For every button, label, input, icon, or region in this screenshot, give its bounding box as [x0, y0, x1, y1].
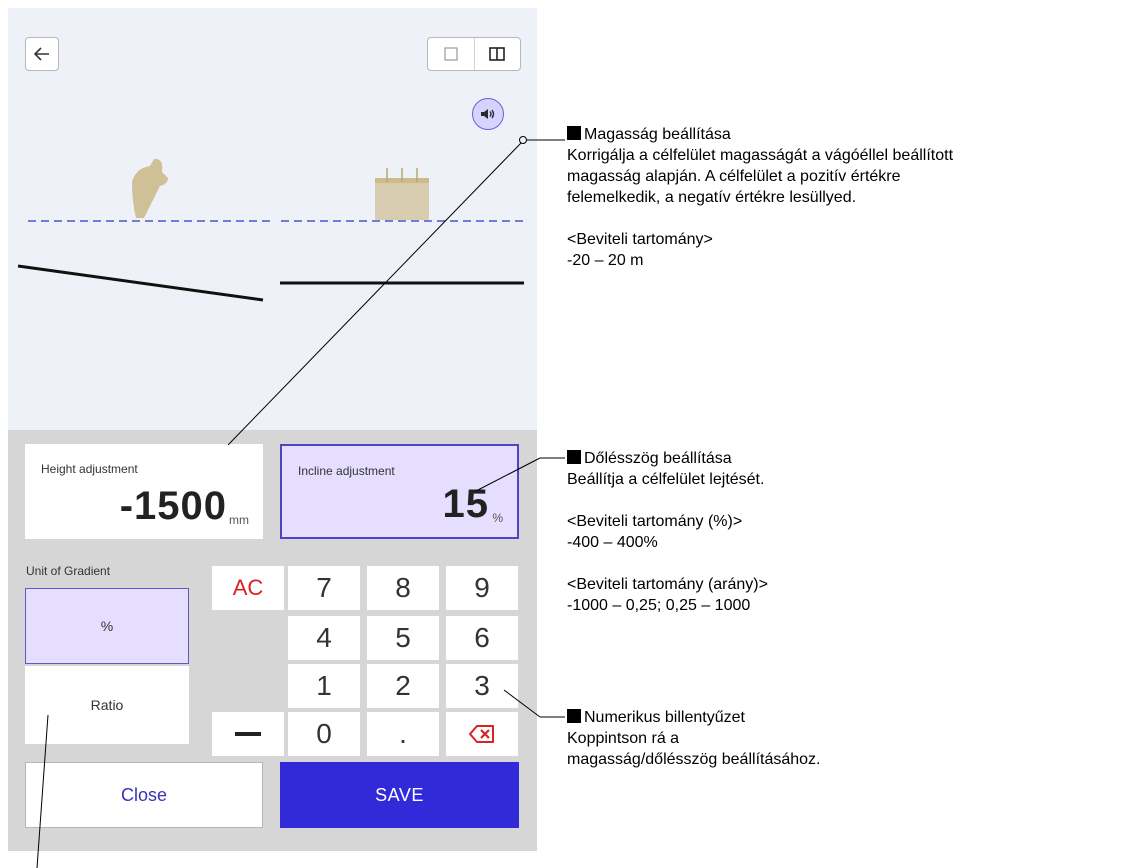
square-bullet-icon [567, 450, 581, 464]
incline-range-ratio-value: -1000 – 0,25; 0,25 – 1000 [567, 597, 751, 614]
height-range-title: <Beviteli tartomány> [567, 231, 713, 248]
incline-annotation-line: Beállítja a célfelület lejtését. [567, 471, 765, 488]
incline-range-ratio-title: <Beviteli tartomány (arány)> [567, 576, 768, 593]
square-bullet-icon [567, 709, 581, 723]
height-annotation-line: magasság alapján. A célfelület a pozitív… [567, 168, 901, 185]
keypad-annotation-title: Numerikus billentyűzet [584, 709, 745, 726]
keypad-annotation: Numerikus billentyűzet Koppintson rá a m… [567, 707, 821, 770]
incline-range-pct-title: <Beviteli tartomány (%)> [567, 513, 743, 530]
height-annotation-title: Magasság beállítása [584, 126, 731, 143]
incline-annotation-title: Dőlésszög beállítása [584, 450, 732, 467]
keypad-annotation-line: magasság/dőlésszög beállításához. [567, 751, 821, 768]
height-annotation-line: Korrigálja a célfelület magasságát a vág… [567, 147, 954, 164]
incline-annotation: Dőlésszög beállítása Beállítja a célfelü… [567, 448, 768, 616]
height-annotation: Magasság beállítása Korrigálja a célfelü… [567, 124, 953, 271]
height-range-value: -20 – 20 m [567, 252, 644, 269]
height-annotation-line: felemelkedik, a negatív értékre lesüllye… [567, 189, 857, 206]
square-bullet-icon [567, 126, 581, 140]
incline-range-pct-value: -400 – 400% [567, 534, 658, 551]
keypad-annotation-line: Koppintson rá a [567, 730, 680, 747]
